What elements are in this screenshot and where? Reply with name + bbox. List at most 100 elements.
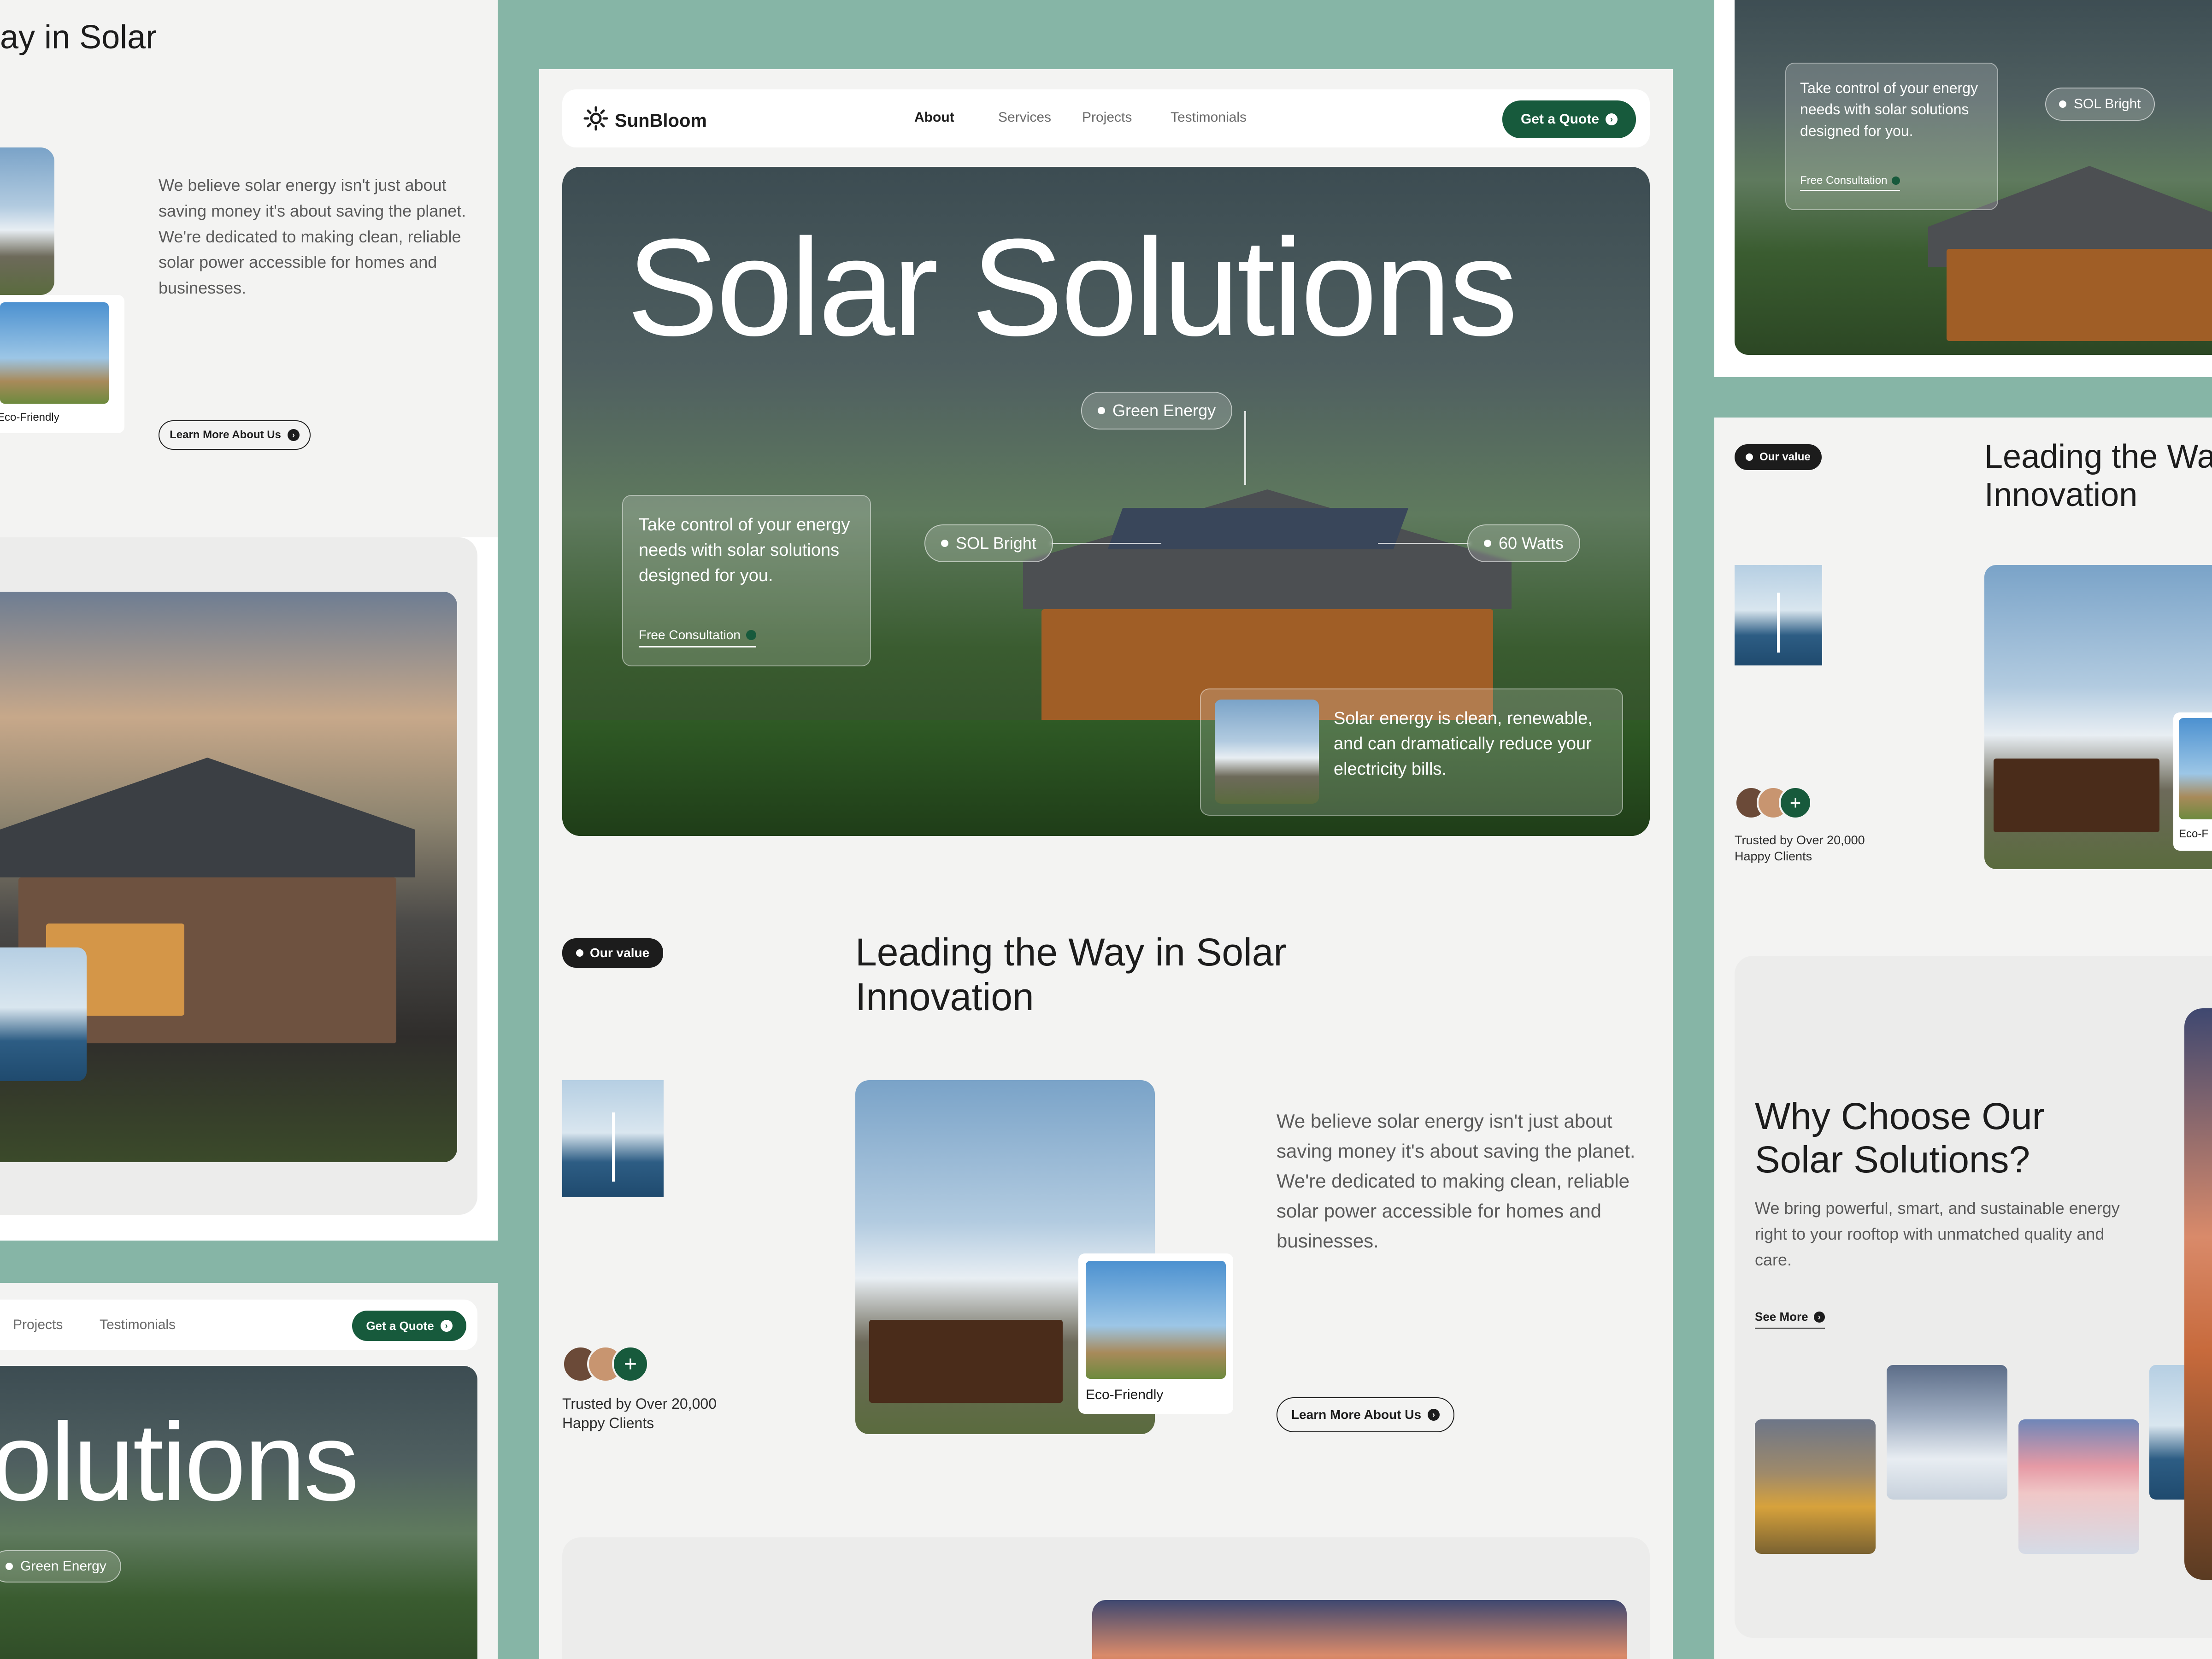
right-bottom-panel: Our value Leading the Way Innovation Eco…: [1714, 418, 2212, 1659]
pill-green-energy[interactable]: Green Energy: [1081, 392, 1233, 429]
main-nav: SunBloom About Services Projects Testimo…: [562, 89, 1650, 147]
nav-link-testimonials[interactable]: Testimonials: [100, 1317, 176, 1333]
right-pill-sol-bright[interactable]: SOL Bright: [2045, 88, 2155, 121]
nav-link-about[interactable]: About: [914, 110, 954, 125]
info-card-text: Solar energy is clean, renewable, and ca…: [1334, 709, 1593, 779]
right-eco-card: Eco-F: [2173, 712, 2212, 851]
learn-more-button[interactable]: Learn More About Us ›: [1277, 1397, 1454, 1432]
right-our-value-label: Our value: [1759, 451, 1811, 463]
main-page: SunBloom About Services Projects Testimo…: [539, 69, 1673, 1659]
left-learn-more-button[interactable]: Learn More About Us ›: [159, 420, 311, 450]
arrow-right-icon: ›: [287, 429, 300, 441]
trusted-line2: Happy Clients: [562, 1414, 654, 1431]
get-quote-button[interactable]: Get a Quote ›: [1502, 100, 1636, 138]
left-paragraph: We believe solar energy isn't just about…: [159, 176, 466, 298]
arrow-right-icon: ›: [1428, 1409, 1440, 1421]
pill-60-watts-label: 60 Watts: [1499, 534, 1564, 553]
brand-logo[interactable]: SunBloom: [583, 106, 707, 135]
right-free-consultation-link[interactable]: Free Consultation: [1800, 174, 1900, 191]
right-consultation-text: Take control of your energy needs with s…: [1800, 80, 1978, 139]
wind-turbine-photo: [562, 1080, 664, 1197]
dot-icon: [1892, 176, 1900, 185]
left-bottom-title: olutions: [0, 1400, 359, 1524]
right-turbine-photo: [1735, 565, 1822, 665]
add-avatar-icon: +: [1779, 786, 1812, 819]
right-trusted-line1: Trusted by Over 20,000: [1735, 833, 1865, 847]
right-eco-label: Eco-F: [2179, 828, 2209, 840]
see-more-link[interactable]: See More ›: [1755, 1310, 1825, 1329]
turbine-tower: [1777, 593, 1780, 653]
right-top-panel: Take control of your energy needs with s…: [1714, 0, 2212, 377]
right-trusted-text: Trusted by Over 20,000 Happy Clients: [1735, 832, 1865, 865]
eco-friendly-label: Eco-Friendly: [1086, 1387, 1164, 1402]
arrow-right-icon: ›: [1606, 113, 1618, 125]
why-heading-line1: Why Choose Our: [1755, 1095, 2045, 1137]
connector-line: [1244, 411, 1246, 485]
consultation-text: Take control of your energy needs with s…: [639, 515, 850, 586]
right-value-heading: Leading the Way Innovation: [1984, 438, 2212, 514]
left-eco-photo: [0, 302, 109, 404]
right-trusted-line2: Happy Clients: [1735, 849, 1812, 864]
our-value-badge: Our value: [562, 938, 664, 968]
get-quote-label: Get a Quote: [1520, 112, 1600, 127]
right-consultation-card: Take control of your energy needs with s…: [1785, 63, 1998, 210]
left-bottom-panel: Projects Testimonials Get a Quote › olut…: [0, 1283, 498, 1659]
free-consultation-label: Free Consultation: [639, 628, 741, 642]
dot-icon: [1098, 407, 1105, 414]
right-our-value-badge: Our value: [1735, 444, 1822, 470]
trusted-text: Trusted by Over 20,000 Happy Clients: [562, 1394, 717, 1433]
learn-more-label: Learn More About Us: [1291, 1407, 1422, 1422]
left-bottom-pill-green-energy[interactable]: Green Energy: [0, 1550, 121, 1583]
value-heading: Leading the Way in Solar Innovation: [855, 930, 1286, 1019]
connector-line: [1051, 543, 1161, 544]
dot-icon: [6, 1563, 13, 1570]
why-heading: Why Choose Our Solar Solutions?: [1755, 1095, 2045, 1182]
pill-label: Green Energy: [20, 1559, 106, 1574]
left-bottom-quote-button[interactable]: Get a Quote ›: [352, 1311, 466, 1341]
trusted-line1: Trusted by Over 20,000: [562, 1395, 717, 1412]
left-eco-card: Eco-Friendly: [0, 295, 124, 433]
why-photo-mountain: [1887, 1365, 2007, 1500]
left-sky-photo: [0, 147, 54, 295]
right-top-hero: Take control of your energy needs with s…: [1735, 0, 2212, 355]
nav-link-testimonials[interactable]: Testimonials: [1171, 110, 1247, 125]
brand-name: SunBloom: [615, 110, 707, 131]
connector-line: [1378, 543, 1470, 544]
our-value-label: Our value: [590, 946, 650, 960]
dot-icon: [1746, 453, 1753, 461]
why-paragraph: We bring powerful, smart, and sustainabl…: [1755, 1199, 2120, 1269]
add-avatar-icon: +: [612, 1346, 649, 1382]
turbine-tower: [612, 1112, 615, 1182]
consultation-card: Take control of your energy needs with s…: [622, 495, 871, 666]
right-pill-label: SOL Bright: [2074, 96, 2141, 112]
value-heading-line2: Innovation: [855, 975, 1034, 1018]
cabin-body: [1994, 759, 2159, 832]
left-sea-photo: [0, 947, 87, 1081]
left-mid-panel: [0, 537, 498, 1241]
eco-friendly-photo: [1086, 1261, 1226, 1379]
left-heading-fragment: ay in Solar: [0, 19, 157, 56]
nav-link-services[interactable]: Services: [998, 110, 1051, 125]
left-bottom-nav: Projects Testimonials Get a Quote ›: [0, 1300, 477, 1350]
right-heading-line1: Leading the Way: [1984, 438, 2212, 475]
info-card-photo: [1215, 700, 1319, 804]
pill-sol-bright-label: SOL Bright: [956, 534, 1036, 553]
nav-link-projects[interactable]: Projects: [13, 1317, 63, 1333]
pill-60-watts[interactable]: 60 Watts: [1467, 524, 1580, 562]
why-photo-side: [2184, 1008, 2212, 1580]
hero-title: Solar Solutions: [627, 210, 1518, 365]
eco-friendly-card: Eco-Friendly: [1078, 1253, 1233, 1414]
why-heading-line2: Solar Solutions?: [1755, 1139, 2030, 1181]
left-bottom-hero: olutions Green Energy: [0, 1366, 477, 1659]
value-paragraph: We believe solar energy isn't just about…: [1277, 1110, 1635, 1252]
nav-link-projects[interactable]: Projects: [1082, 110, 1132, 125]
right-heading-line2: Innovation: [1984, 476, 2138, 513]
info-card: Solar energy is clean, renewable, and ca…: [1200, 688, 1623, 816]
why-photo-snow-cabin: [2018, 1419, 2139, 1554]
arrow-right-icon: ›: [440, 1320, 453, 1332]
pill-sol-bright[interactable]: SOL Bright: [924, 524, 1053, 562]
left-eco-label: Eco-Friendly: [0, 411, 59, 424]
free-consultation-link[interactable]: Free Consultation: [639, 628, 757, 647]
quote-label: Get a Quote: [366, 1318, 434, 1333]
cabin-body: [869, 1320, 1063, 1403]
